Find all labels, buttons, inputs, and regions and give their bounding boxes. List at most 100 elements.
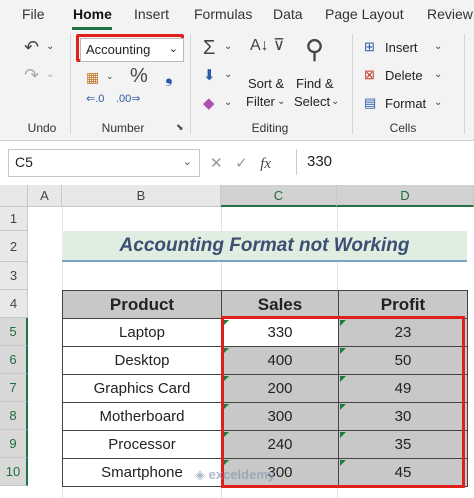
sort-label[interactable]: Sort & bbox=[248, 76, 284, 91]
chevron-down-icon[interactable]: ⌄ bbox=[434, 98, 442, 108]
chevron-down-icon[interactable]: ⌄ bbox=[46, 70, 54, 80]
tab-insert[interactable]: Insert bbox=[134, 6, 169, 22]
tab-file[interactable]: File bbox=[22, 6, 45, 22]
table-row: Motherboard 300 30 bbox=[62, 402, 468, 431]
sort-filter-icon[interactable]: A↓ ⊽ bbox=[250, 38, 285, 54]
chevron-down-icon: ⌄ bbox=[182, 156, 192, 168]
row-header-2[interactable]: 2 bbox=[0, 231, 28, 262]
profit-cell[interactable]: 30 bbox=[338, 402, 468, 431]
group-divider bbox=[70, 34, 71, 134]
sales-cell[interactable]: 240 bbox=[221, 430, 339, 459]
chevron-down-icon: ⌄ bbox=[331, 96, 340, 107]
undo-icon[interactable]: ↶ bbox=[24, 38, 39, 56]
dialog-launcher-icon[interactable]: ⬊ bbox=[176, 123, 184, 132]
row-header-5[interactable]: 5 bbox=[0, 318, 28, 346]
error-indicator-icon bbox=[223, 348, 229, 354]
column-header-b[interactable]: B bbox=[62, 185, 221, 207]
header-product[interactable]: Product bbox=[62, 290, 222, 319]
format-cells-icon[interactable]: ▤ bbox=[364, 96, 376, 109]
sales-cell[interactable]: 400 bbox=[221, 346, 339, 375]
column-header-c[interactable]: C bbox=[221, 185, 337, 207]
name-box[interactable]: C5 ⌄ bbox=[8, 149, 200, 177]
header-sales[interactable]: Sales bbox=[221, 290, 339, 319]
chevron-down-icon[interactable]: ⌄ bbox=[434, 42, 442, 52]
number-format-dropdown[interactable]: Accounting ⌄ bbox=[80, 38, 184, 62]
tab-home[interactable]: Home bbox=[73, 6, 112, 22]
sales-cell-active[interactable]: 330 bbox=[221, 318, 339, 347]
find-label[interactable]: Find & bbox=[296, 76, 334, 91]
fill-icon[interactable]: ⬇ bbox=[203, 68, 216, 83]
chevron-down-icon[interactable]: ⌄ bbox=[224, 70, 232, 80]
formula-bar: C5 ⌄ ✕ ✓ fx 330 bbox=[0, 145, 474, 179]
formula-input[interactable]: 330 bbox=[296, 149, 474, 175]
cancel-icon[interactable]: ✕ bbox=[210, 155, 223, 172]
row-header-3[interactable]: 3 bbox=[0, 262, 28, 290]
sales-value: 300 bbox=[267, 408, 293, 425]
column-header-d[interactable]: D bbox=[337, 185, 474, 207]
sales-cell[interactable]: 200 bbox=[221, 374, 339, 403]
error-indicator-icon bbox=[340, 376, 346, 382]
insert-cells-icon[interactable]: ⊞ bbox=[364, 40, 375, 53]
chevron-down-icon[interactable]: ⌄ bbox=[434, 70, 442, 80]
comma-style-icon[interactable]: ❟ bbox=[165, 66, 173, 86]
header-profit[interactable]: Profit bbox=[338, 290, 468, 319]
group-label-number: Number bbox=[101, 121, 145, 135]
product-cell[interactable]: Graphics Card bbox=[62, 374, 222, 403]
error-indicator-icon bbox=[223, 460, 229, 466]
row-header-4[interactable]: 4 bbox=[0, 290, 28, 318]
select-label[interactable]: Select bbox=[294, 94, 330, 109]
error-indicator-icon bbox=[340, 404, 346, 410]
table-row: Graphics Card 200 49 bbox=[62, 374, 468, 403]
row-header-8[interactable]: 8 bbox=[0, 402, 28, 430]
profit-cell[interactable]: 49 bbox=[338, 374, 468, 403]
tab-review[interactable]: Review bbox=[427, 6, 473, 22]
profit-cell[interactable]: 45 bbox=[338, 458, 468, 487]
tab-formulas[interactable]: Formulas bbox=[194, 6, 252, 22]
filter-label[interactable]: Filter bbox=[246, 94, 275, 109]
decrease-decimal-icon[interactable]: .00⇒ bbox=[116, 94, 141, 105]
table-row: Laptop 330 23 bbox=[62, 318, 468, 347]
format-button[interactable]: Format bbox=[385, 96, 426, 111]
percent-style-button[interactable]: % bbox=[130, 66, 148, 86]
accounting-format-icon[interactable]: ▦ bbox=[86, 70, 99, 84]
chevron-down-icon[interactable]: ⌄ bbox=[224, 42, 232, 52]
delete-button[interactable]: Delete bbox=[385, 68, 423, 83]
product-cell[interactable]: Laptop bbox=[62, 318, 222, 347]
profit-cell[interactable]: 50 bbox=[338, 346, 468, 375]
error-indicator-icon bbox=[223, 404, 229, 410]
chevron-down-icon: ⌄ bbox=[277, 96, 286, 107]
chevron-down-icon[interactable]: ⌄ bbox=[106, 72, 114, 81]
error-indicator-icon bbox=[340, 348, 346, 354]
insert-button[interactable]: Insert bbox=[385, 40, 418, 55]
clear-icon[interactable]: ◆ bbox=[203, 96, 215, 111]
tab-data[interactable]: Data bbox=[273, 6, 303, 22]
formula-buttons: ✕ ✓ fx bbox=[210, 154, 271, 173]
autosum-icon[interactable]: Σ bbox=[203, 38, 215, 58]
row-header-10[interactable]: 10 bbox=[0, 458, 28, 486]
chevron-down-icon[interactable]: ⌄ bbox=[46, 42, 54, 52]
row-header-1[interactable]: 1 bbox=[0, 207, 28, 231]
column-header-a[interactable]: A bbox=[28, 185, 62, 207]
profit-cell[interactable]: 35 bbox=[338, 430, 468, 459]
select-all-corner[interactable] bbox=[0, 185, 28, 207]
product-cell[interactable]: Processor bbox=[62, 430, 222, 459]
profit-cell[interactable]: 23 bbox=[338, 318, 468, 347]
insert-function-button[interactable]: fx bbox=[260, 156, 271, 172]
delete-cells-icon[interactable]: ⊠ bbox=[364, 68, 375, 81]
redo-icon[interactable]: ↷ bbox=[24, 66, 39, 84]
product-cell[interactable]: Motherboard bbox=[62, 402, 222, 431]
group-divider bbox=[464, 34, 465, 134]
tab-page-layout[interactable]: Page Layout bbox=[325, 6, 404, 22]
group-label-cells: Cells bbox=[389, 121, 417, 135]
chevron-down-icon[interactable]: ⌄ bbox=[224, 98, 232, 108]
group-label-undo: Undo bbox=[27, 121, 57, 135]
row-header-9[interactable]: 9 bbox=[0, 430, 28, 458]
enter-icon[interactable]: ✓ bbox=[235, 155, 248, 172]
row-header-6[interactable]: 6 bbox=[0, 346, 28, 374]
increase-decimal-icon[interactable]: ⇐.0 bbox=[86, 94, 104, 105]
sheet-title-cell[interactable]: Accounting Format not Working bbox=[62, 231, 467, 262]
product-cell[interactable]: Desktop bbox=[62, 346, 222, 375]
sales-cell[interactable]: 300 bbox=[221, 402, 339, 431]
search-icon[interactable]: ⚲ bbox=[305, 36, 324, 62]
row-header-7[interactable]: 7 bbox=[0, 374, 28, 402]
